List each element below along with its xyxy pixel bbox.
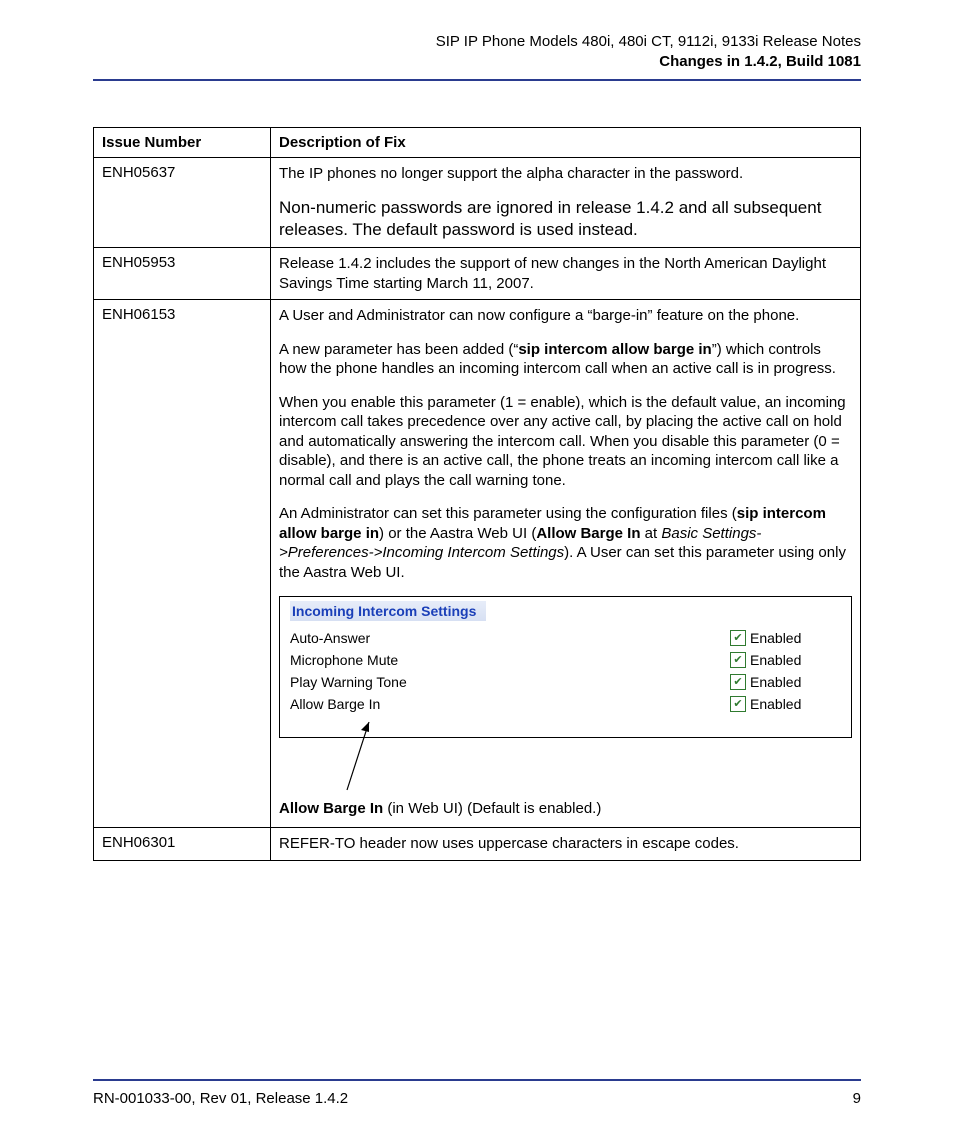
webui-option-control[interactable]: ✔ Enabled xyxy=(730,696,801,712)
text-span: An Administrator can set this parameter … xyxy=(279,505,737,522)
footer-rule xyxy=(93,1079,861,1081)
bold-span: sip intercom allow barge in xyxy=(518,341,711,358)
webui-option-state: Enabled xyxy=(750,696,801,712)
webui-option-control[interactable]: ✔ Enabled xyxy=(730,652,801,668)
bold-span: Allow Barge In xyxy=(536,525,640,542)
webui-option-label: Microphone Mute xyxy=(290,652,730,668)
issue-number: ENH06153 xyxy=(94,300,271,828)
page-header: SIP IP Phone Models 480i, 480i CT, 9112i… xyxy=(93,32,861,73)
webui-option-control[interactable]: ✔ Enabled xyxy=(730,630,801,646)
col-header-issue: Issue Number xyxy=(94,127,271,157)
header-rule xyxy=(93,79,861,81)
issue-number: ENH05953 xyxy=(94,248,271,300)
col-header-desc: Description of Fix xyxy=(271,127,861,157)
webui-option-state: Enabled xyxy=(750,674,801,690)
webui-option: Allow Barge In ✔ Enabled xyxy=(290,693,841,715)
desc-para: A new parameter has been added (“sip int… xyxy=(279,340,852,379)
page-footer: RN-001033-00, Rev 01, Release 1.4.2 9 xyxy=(93,1090,861,1107)
desc-para: A User and Administrator can now configu… xyxy=(279,306,852,326)
issue-description: The IP phones no longer support the alph… xyxy=(271,157,861,248)
issue-description: Release 1.4.2 includes the support of ne… xyxy=(271,248,861,300)
desc-para: Non-numeric passwords are ignored in rel… xyxy=(279,197,852,241)
checkbox-checked-icon: ✔ xyxy=(730,630,746,646)
text-span: at xyxy=(641,525,662,542)
table-row: ENH05953 Release 1.4.2 includes the supp… xyxy=(94,248,861,300)
desc-para: When you enable this parameter (1 = enab… xyxy=(279,393,852,491)
footer-page-number: 9 xyxy=(853,1090,861,1107)
checkbox-checked-icon: ✔ xyxy=(730,652,746,668)
webui-option-state: Enabled xyxy=(750,630,801,646)
issue-description: REFER-TO header now uses uppercase chara… xyxy=(271,828,861,861)
checkbox-checked-icon: ✔ xyxy=(730,696,746,712)
table-row: ENH06153 A User and Administrator can no… xyxy=(94,300,861,828)
webui-option-state: Enabled xyxy=(750,652,801,668)
text-span: A new parameter has been added (“ xyxy=(279,341,518,358)
issue-number: ENH05637 xyxy=(94,157,271,248)
footer-left: RN-001033-00, Rev 01, Release 1.4.2 xyxy=(93,1090,348,1107)
table-row: ENH05637 The IP phones no longer support… xyxy=(94,157,861,248)
table-row: ENH06301 REFER-TO header now uses upperc… xyxy=(94,828,861,861)
header-line2: Changes in 1.4.2, Build 1081 xyxy=(93,52,861,72)
desc-para: Release 1.4.2 includes the support of ne… xyxy=(279,254,852,293)
arrow-icon xyxy=(339,714,379,794)
annotation-arrow xyxy=(279,742,852,800)
desc-para: REFER-TO header now uses uppercase chara… xyxy=(279,834,852,854)
webui-option-label: Play Warning Tone xyxy=(290,674,730,690)
webui-option-label: Auto-Answer xyxy=(290,630,730,646)
webui-section-title: Incoming Intercom Settings xyxy=(290,601,486,621)
issue-number: ENH06301 xyxy=(94,828,271,861)
webui-option: Microphone Mute ✔ Enabled xyxy=(290,649,841,671)
webui-option-label: Allow Barge In xyxy=(290,696,730,712)
webui-option-control[interactable]: ✔ Enabled xyxy=(730,674,801,690)
webui-option: Auto-Answer ✔ Enabled xyxy=(290,627,841,649)
caption-bold: Allow Barge In xyxy=(279,800,383,817)
text-span: ) or the Aastra Web UI ( xyxy=(379,525,536,542)
figure-caption: Allow Barge In (in Web UI) (Default is e… xyxy=(279,800,852,817)
caption-text: (in Web UI) (Default is enabled.) xyxy=(383,800,601,817)
checkbox-checked-icon: ✔ xyxy=(730,674,746,690)
issue-description: A User and Administrator can now configu… xyxy=(271,300,861,828)
webui-option: Play Warning Tone ✔ Enabled xyxy=(290,671,841,693)
header-line1: SIP IP Phone Models 480i, 480i CT, 9112i… xyxy=(93,32,861,52)
desc-para: The IP phones no longer support the alph… xyxy=(279,164,852,184)
desc-para: An Administrator can set this parameter … xyxy=(279,504,852,582)
issues-table: Issue Number Description of Fix ENH05637… xyxy=(93,127,861,861)
